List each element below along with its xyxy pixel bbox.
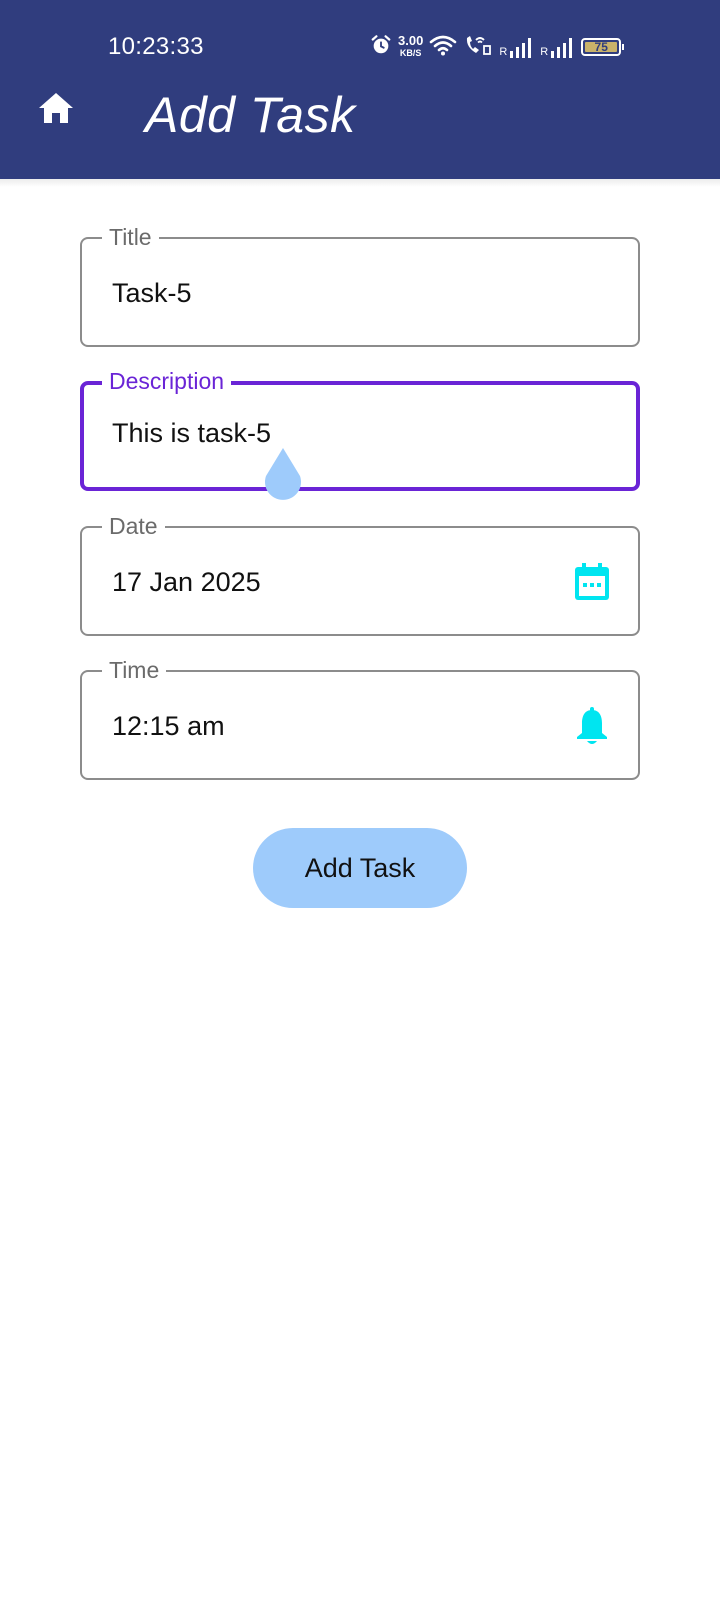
title-field[interactable]: Title Task-5 [80, 224, 640, 347]
net-speed-unit: KB/S [399, 48, 422, 58]
time-field-value[interactable]: 12:15 am [112, 711, 225, 741]
calendar-icon[interactable] [572, 562, 612, 602]
date-field-value[interactable]: 17 Jan 2025 [112, 567, 261, 597]
app-bar-shadow [0, 179, 720, 187]
time-field-label: Time [102, 657, 167, 683]
description-field-value[interactable]: This is task-5 [112, 418, 271, 448]
sim2-label: R [540, 46, 549, 58]
net-speed-value: 3.00 [398, 33, 424, 48]
page-title: Add Task [145, 87, 356, 143]
date-field[interactable]: Date 17 Jan 2025 [80, 513, 640, 636]
sim1-label: R [499, 46, 508, 58]
home-button[interactable] [34, 88, 78, 132]
description-field-label: Description [102, 368, 232, 394]
title-field-label: Title [102, 224, 159, 250]
status-time: 10:23:33 [108, 33, 204, 60]
add-task-button[interactable]: Add Task [253, 828, 467, 908]
time-field[interactable]: Time 12:15 am [80, 657, 640, 780]
status-icons: 3.00 KB/S R R 75 [370, 30, 627, 64]
battery-icon: 75 [581, 38, 625, 56]
signal-icon: R [499, 36, 534, 58]
title-field-value[interactable]: Task-5 [112, 278, 192, 308]
battery-level: 75 [585, 40, 618, 54]
wifi-icon [429, 34, 457, 61]
home-icon [38, 92, 74, 129]
text-cursor-handle[interactable] [262, 446, 304, 502]
bell-icon[interactable] [572, 706, 612, 746]
date-field-label: Date [102, 513, 165, 539]
description-field[interactable]: Description This is task-5 [80, 368, 640, 491]
app-bar: 10:23:33 3.00 KB/S R R 75 Add Task [0, 0, 720, 179]
signal-icon: R [540, 36, 575, 58]
wifi-calling-icon [463, 34, 493, 61]
alarm-icon [370, 34, 392, 61]
net-speed: 3.00 KB/S [398, 33, 424, 59]
